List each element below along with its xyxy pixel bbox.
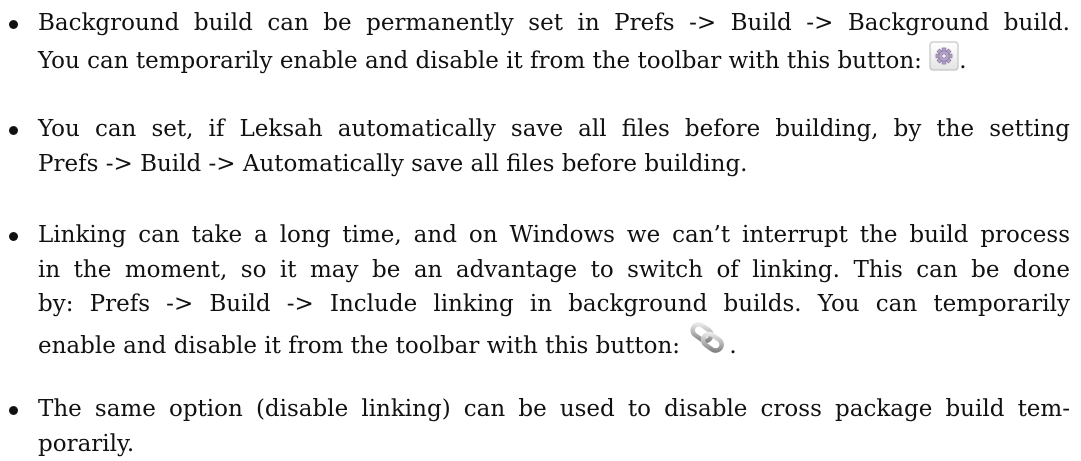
list-item: Linking can take a long time, and on Win… <box>38 218 1070 371</box>
text-line: porarily. <box>38 427 1070 461</box>
document-page: Background build can be permanently set … <box>0 0 1081 452</box>
text-segment: . <box>959 48 966 74</box>
text-line: by: Prefs -> Build -> Include linking in… <box>38 287 1070 322</box>
text-line: Linking can take a long time, and on Win… <box>38 218 1070 253</box>
text-line: Background build can be permanently set … <box>38 6 1070 41</box>
text-line: You can set, if Leksah automatically sav… <box>38 112 1070 147</box>
chain-link-icon <box>687 320 729 371</box>
bullet-icon <box>9 20 18 29</box>
text-line: enable and disable it from the toolbar w… <box>38 320 1070 371</box>
bullet-icon <box>9 126 18 135</box>
text-line: in the moment, so it may be an advantage… <box>38 253 1070 288</box>
text-segment: enable and disable it from the toolbar w… <box>38 333 680 359</box>
text-line: Prefs -> Build -> Automatically save all… <box>38 147 1070 182</box>
text-segment: You can temporarily enable and disable i… <box>38 48 922 74</box>
bullet-icon <box>9 406 18 415</box>
bullet-icon <box>9 232 18 241</box>
text-line: You can temporarily enable and disable i… <box>38 41 1070 84</box>
list-item: You can set, if Leksah automatically sav… <box>38 112 1070 181</box>
text-line: The same option (disable linking) can be… <box>38 392 1070 427</box>
list-item: Background build can be permanently set … <box>38 6 1070 84</box>
list-item: The same option (disable linking) can be… <box>38 392 1070 461</box>
gear-button-icon <box>929 41 959 84</box>
text-segment: . <box>729 333 736 359</box>
